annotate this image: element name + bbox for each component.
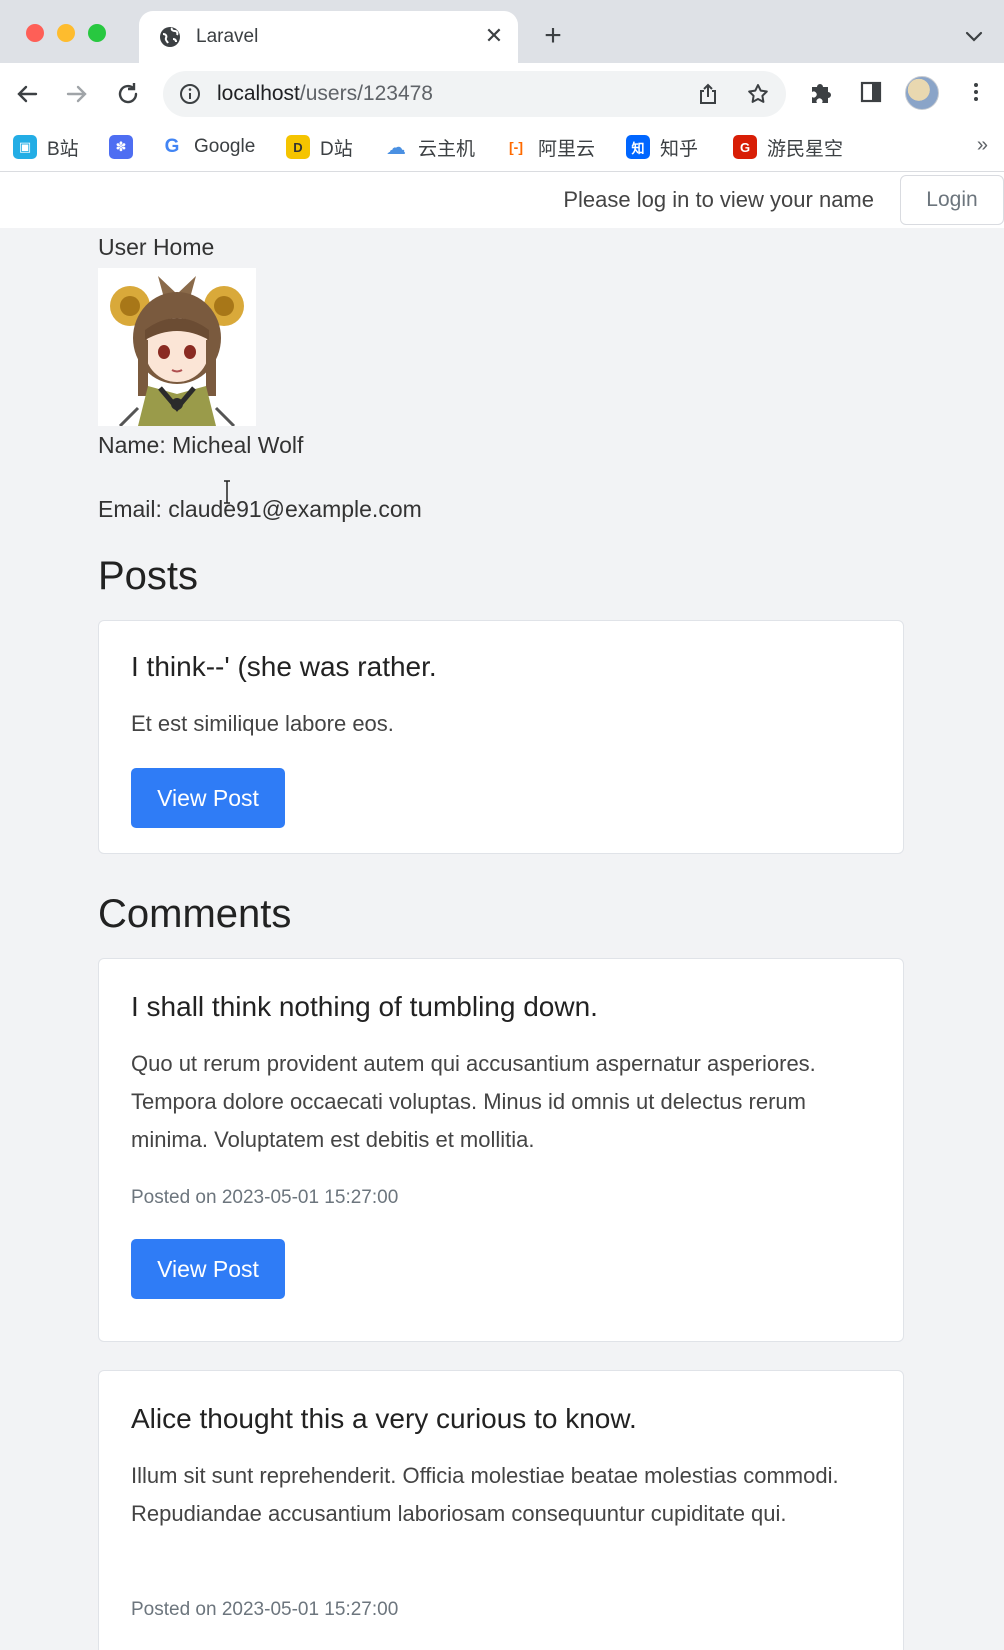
tab-close-icon[interactable]: ✕ — [480, 22, 508, 50]
bookmark-star-icon[interactable] — [746, 82, 770, 106]
user-home-heading: User Home — [98, 234, 215, 260]
posts-heading: Posts — [98, 554, 199, 598]
bookmark-label: 阿里云 — [538, 138, 596, 160]
profile-avatar[interactable] — [905, 76, 939, 110]
bookmark-label: 云主机 — [418, 138, 476, 160]
comment-body: Illum sit sunt reprehenderit. Officia mo… — [131, 1463, 839, 1526]
zhihu-icon: 知 — [626, 135, 650, 159]
bookmark-label: B站 — [47, 138, 79, 160]
bookmark-aliyun[interactable]: [-] 阿里云 — [504, 132, 595, 162]
url-text[interactable]: localhost/users/123478 — [217, 82, 433, 106]
cloud-icon: ☁ — [384, 135, 408, 159]
view-post-button[interactable]: View Post — [131, 1239, 285, 1299]
baidu-paw-icon: ✽ — [109, 135, 133, 159]
user-avatar — [98, 268, 256, 426]
dilidili-icon: D — [286, 135, 310, 159]
bookmark-cloud-host[interactable]: ☁ 云主机 — [384, 132, 475, 162]
side-panel-icon[interactable] — [859, 80, 883, 104]
browser-tab[interactable]: Laravel ✕ — [139, 11, 518, 63]
comment-card: I shall think nothing of tumbling down. … — [98, 958, 904, 1342]
bookmarks-bar: ▣ B站 ✽ G Google D D站 ☁ 云主机 [-] 阿里云 知 知乎 … — [0, 126, 1004, 172]
bookmark-google[interactable]: G Google — [160, 132, 255, 162]
browser-toolbar: localhost/users/123478 — [0, 63, 1004, 126]
comment-posted-date: Posted on 2023-05-01 15:27:00 — [131, 1599, 399, 1620]
post-card: I think--' (she was rather. Et est simil… — [98, 620, 904, 854]
bookmark-zhihu[interactable]: 知 知乎 — [626, 132, 698, 162]
user-email: Email: claude91@example.com — [98, 496, 422, 522]
bilibili-icon: ▣ — [13, 135, 37, 159]
gamersky-icon: G — [733, 135, 757, 159]
bookmark-baidu[interactable]: ✽ — [109, 132, 133, 162]
comment-body: Quo ut rerum provident autem qui accusan… — [131, 1051, 816, 1152]
window-minimize-button[interactable] — [57, 24, 75, 42]
chevron-down-icon[interactable] — [962, 24, 986, 48]
address-bar[interactable]: localhost/users/123478 — [163, 71, 786, 117]
bookmark-label: D站 — [320, 138, 353, 160]
window-close-button[interactable] — [26, 24, 44, 42]
info-icon[interactable] — [179, 83, 201, 105]
bookmark-label: 游民星空 — [767, 138, 844, 160]
anime-girl-avatar-icon — [98, 268, 256, 426]
user-name: Name: Micheal Wolf — [98, 432, 304, 458]
tab-title: Laravel — [196, 26, 259, 47]
globe-icon — [160, 27, 180, 47]
post-title: I think--' (she was rather. — [131, 651, 437, 682]
new-tab-icon[interactable]: + — [538, 21, 568, 51]
comment-title: Alice thought this a very curious to kno… — [131, 1403, 637, 1434]
tab-strip: Laravel ✕ + — [0, 0, 1004, 63]
login-message: Please log in to view your name — [563, 187, 874, 212]
reload-icon[interactable] — [113, 79, 143, 109]
comment-title: I shall think nothing of tumbling down. — [131, 991, 598, 1022]
bookmark-label: 知乎 — [660, 138, 699, 160]
bookmark-gamersky[interactable]: G 游民星空 — [733, 132, 843, 162]
bookmark-bilibili[interactable]: ▣ B站 — [13, 132, 79, 162]
google-icon: G — [160, 135, 184, 159]
view-post-button[interactable]: View Post — [131, 768, 285, 828]
extensions-puzzle-icon[interactable] — [808, 79, 834, 105]
bookmark-label: Google — [194, 136, 256, 157]
forward-arrow-icon[interactable] — [62, 79, 92, 109]
comment-posted-date: Posted on 2023-05-01 15:27:00 — [131, 1187, 399, 1208]
back-arrow-icon[interactable] — [12, 79, 42, 109]
share-icon[interactable] — [696, 82, 720, 106]
post-excerpt: Et est similique labore eos. — [131, 711, 394, 736]
aliyun-icon: [-] — [504, 135, 528, 159]
comment-card: Alice thought this a very curious to kno… — [98, 1370, 904, 1650]
login-button[interactable]: Login — [900, 175, 1004, 225]
kebab-menu-icon[interactable] — [964, 80, 988, 104]
window-zoom-button[interactable] — [88, 24, 106, 42]
bookmarks-overflow-icon[interactable]: » — [977, 134, 988, 157]
bookmark-dilidili[interactable]: D D站 — [286, 132, 353, 162]
comments-heading: Comments — [98, 892, 292, 936]
site-navbar: Please log in to view your name Login — [0, 172, 1004, 228]
